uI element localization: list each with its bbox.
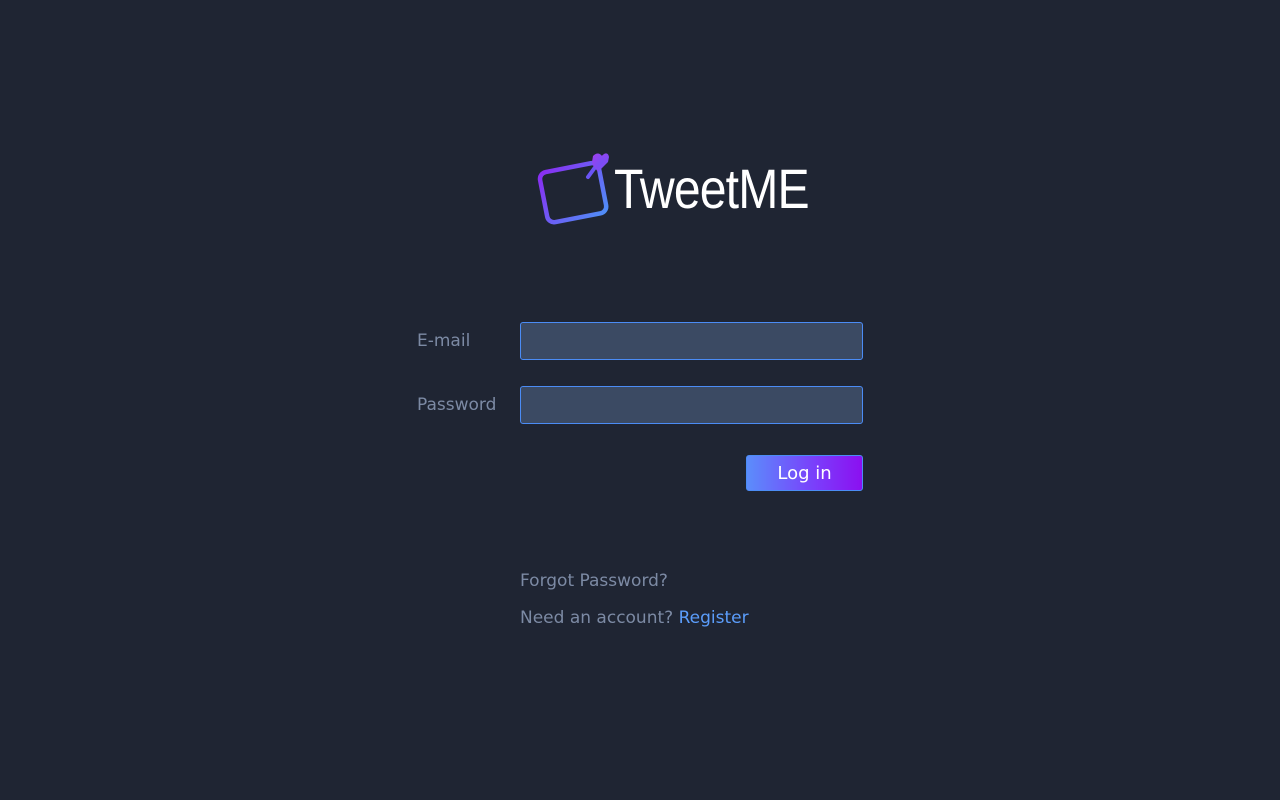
register-link[interactable]: Register (679, 608, 749, 628)
password-row: Password (417, 386, 863, 424)
auth-links: Forgot Password? Need an account? Regist… (520, 568, 749, 642)
login-button[interactable]: Log in (746, 455, 863, 491)
password-field[interactable] (520, 386, 863, 424)
password-label: Password (417, 395, 497, 415)
register-line: Need an account? Register (520, 605, 749, 642)
pinned-note-icon (537, 153, 609, 225)
forgot-password-line: Forgot Password? (520, 568, 749, 605)
brand-name: TweetME (614, 157, 810, 220)
login-form: E-mail Password Log in (417, 322, 863, 491)
need-account-text: Need an account? (520, 608, 674, 628)
brand-logo: TweetME (536, 150, 840, 228)
login-page: TweetME E-mail Password Log in Forgot Pa… (0, 0, 1280, 800)
email-label: E-mail (417, 331, 471, 351)
email-field[interactable] (520, 322, 863, 360)
forgot-password-link[interactable]: Forgot Password? (520, 571, 668, 591)
email-row: E-mail (417, 322, 863, 360)
